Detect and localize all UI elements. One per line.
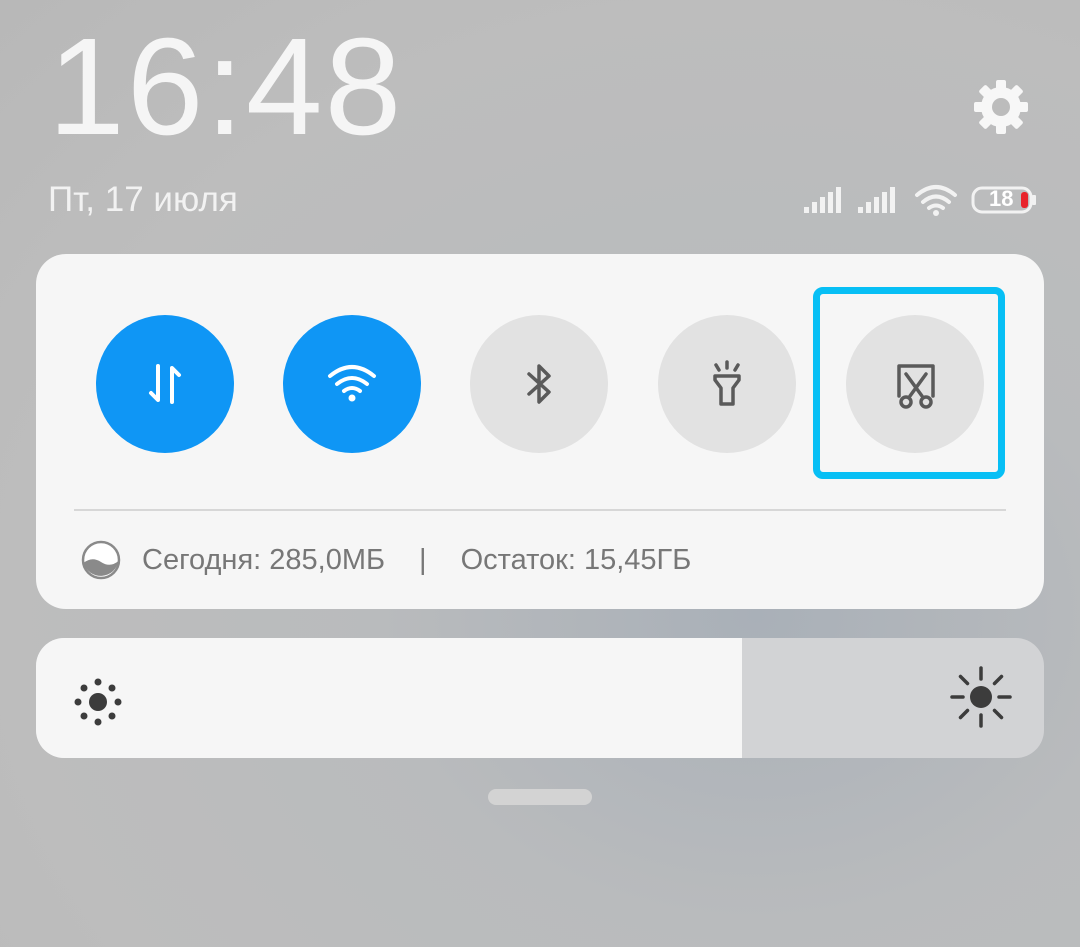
toggle-wifi[interactable] [283,315,421,453]
quick-settings-panel: Сегодня: 285,0МБ | Остаток: 15,45ГБ [36,254,1044,609]
data-usage-icon [81,540,121,580]
toggle-flashlight[interactable] [658,315,796,453]
flashlight-icon [713,360,741,406]
wifi-icon [328,365,376,402]
brightness-low-icon [74,678,122,726]
screenshot-highlight-frame [813,287,1005,479]
data-usage-today: Сегодня: 285,0МБ [142,543,386,576]
toggle-bluetooth[interactable] [470,315,608,453]
panel-drag-handle[interactable] [488,789,592,805]
brightness-slider[interactable] [36,638,1044,758]
data-usage-separator: | [419,543,427,576]
signal-strength-icon [858,187,895,213]
wifi-status-icon [915,185,957,216]
battery-level: 18 [989,186,1014,211]
data-usage-remaining: Остаток: 15,45ГБ [460,543,692,576]
brightness-high-icon [950,666,1012,728]
date: Пт, 17 июля [48,180,238,219]
mobile-data-icon [149,364,181,404]
divider [74,509,1006,511]
toggle-mobile-data[interactable] [96,315,234,453]
clock: 16:48 [48,10,404,164]
signal-strength-icon [804,187,841,213]
bluetooth-icon [527,364,551,404]
settings-gear-icon[interactable] [970,76,1032,138]
brightness-fill [36,638,742,758]
data-usage-row[interactable]: Сегодня: 285,0МБ | Остаток: 15,45ГБ [80,538,691,582]
